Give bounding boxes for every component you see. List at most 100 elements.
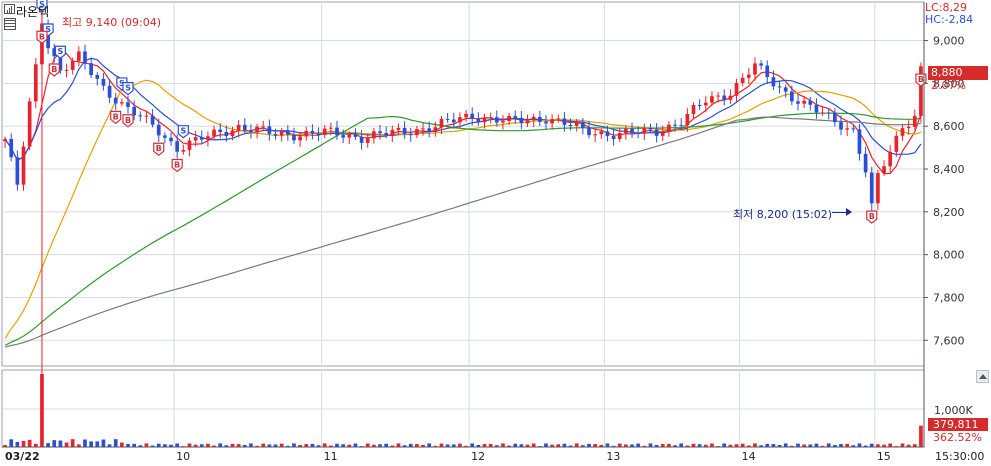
volume-bar xyxy=(753,443,757,447)
candle-body xyxy=(279,131,284,136)
volume-ratio: 362.52% xyxy=(933,431,982,444)
candle-body xyxy=(273,133,278,136)
candle-body xyxy=(70,60,75,70)
scroll-up-button[interactable] xyxy=(976,370,989,383)
volume-bar xyxy=(101,439,106,447)
candle-body xyxy=(673,124,677,126)
chart-svg[interactable]: SSSSSSBBB BBBBB 7,6007,8008,0008,2008,400… xyxy=(0,0,991,466)
y-tick-label: 8,200 xyxy=(933,206,965,219)
candle-body xyxy=(199,137,204,140)
candle-body xyxy=(716,95,720,97)
volume-value: 379,811 xyxy=(933,418,979,431)
candle-body xyxy=(734,82,739,96)
chart-icon[interactable] xyxy=(4,4,15,14)
candle-body xyxy=(753,63,757,75)
volume-bar xyxy=(796,443,800,447)
volume-bar xyxy=(544,443,548,447)
volume-bar xyxy=(46,443,50,447)
candle-body xyxy=(888,151,893,167)
candle-body xyxy=(667,124,671,132)
buy-marker-label: B xyxy=(918,75,924,84)
candle-body xyxy=(519,117,524,124)
candle-body xyxy=(501,121,505,123)
volume-bar xyxy=(710,443,714,447)
candle-body xyxy=(808,100,813,105)
candle-body xyxy=(642,127,647,134)
candle-body xyxy=(845,128,850,130)
x-tick-label: 15 xyxy=(877,450,891,463)
buy-marker-label: B xyxy=(174,161,180,170)
candle-body xyxy=(150,115,155,125)
candle-body xyxy=(310,130,315,134)
candle-body xyxy=(421,128,425,130)
x-tick-label: 03/22 xyxy=(5,450,40,463)
candle-body xyxy=(648,127,653,130)
x-tick-label: 11 xyxy=(324,450,338,463)
candle-body xyxy=(783,87,788,92)
candle-body xyxy=(347,134,352,138)
low-arrow-icon xyxy=(832,212,846,213)
low-price-annotation: 최저 8,200 (15:02) xyxy=(733,208,833,221)
candle-body xyxy=(685,113,690,126)
candle-body xyxy=(679,124,684,126)
x-tick-label: 10 xyxy=(176,450,190,463)
y-tick-label: 8,400 xyxy=(933,163,965,176)
candle-body xyxy=(396,127,401,130)
candle-body xyxy=(322,128,327,135)
candle-body xyxy=(906,126,911,129)
candle-body xyxy=(390,129,395,136)
candle-body xyxy=(353,134,358,137)
candle-body xyxy=(587,127,591,136)
volume-bar xyxy=(605,443,610,447)
low-arrow-head-icon xyxy=(846,208,852,216)
candle-body xyxy=(224,131,229,137)
volume-bar xyxy=(64,442,69,447)
sell-marker-label: S xyxy=(125,84,131,93)
candle-body xyxy=(746,74,751,78)
candle-body xyxy=(488,117,493,119)
y-tick-label: 8,600 xyxy=(933,120,965,133)
volume-bar xyxy=(292,443,296,447)
y-tick-label: 7,800 xyxy=(933,291,965,304)
candle-body xyxy=(76,51,81,61)
candle-body xyxy=(292,134,296,141)
candle-body xyxy=(703,102,708,106)
stock-name: 라온텍 xyxy=(16,5,50,19)
volume-bar xyxy=(783,443,788,447)
candle-body xyxy=(660,131,665,136)
volume-bar xyxy=(113,439,118,447)
candle-body xyxy=(33,64,38,102)
volume-bar xyxy=(501,443,505,447)
candle-body xyxy=(439,118,444,128)
grid-toggle-icon[interactable] xyxy=(4,18,16,30)
volume-bar xyxy=(70,439,75,447)
candle-body xyxy=(771,77,776,87)
candle-body xyxy=(476,118,481,123)
candle-body xyxy=(531,116,536,121)
candle-body xyxy=(132,106,136,116)
volume-bar xyxy=(427,443,432,447)
candle-body xyxy=(593,134,597,136)
candle-body xyxy=(851,128,856,130)
candle-body xyxy=(156,124,161,136)
volume-bar xyxy=(279,443,284,447)
candle-body xyxy=(64,69,69,71)
candle-body xyxy=(255,126,259,133)
candle-body xyxy=(169,137,173,142)
candle-body xyxy=(599,131,604,135)
volume-bar xyxy=(249,443,253,447)
candle-body xyxy=(27,101,32,147)
candle-body xyxy=(654,129,659,136)
candle-body xyxy=(415,129,419,136)
candle-body xyxy=(611,136,616,140)
candle-body xyxy=(285,131,290,135)
volume-bar xyxy=(144,443,149,447)
volume-bar xyxy=(365,443,370,447)
change-percent: 2.07% xyxy=(931,79,966,92)
chart-background xyxy=(0,0,991,466)
candle-body xyxy=(857,129,862,154)
volume-bar xyxy=(617,443,622,447)
volume-bar xyxy=(89,441,93,447)
sell-marker-label: S xyxy=(58,47,64,56)
candle-body xyxy=(402,127,407,134)
